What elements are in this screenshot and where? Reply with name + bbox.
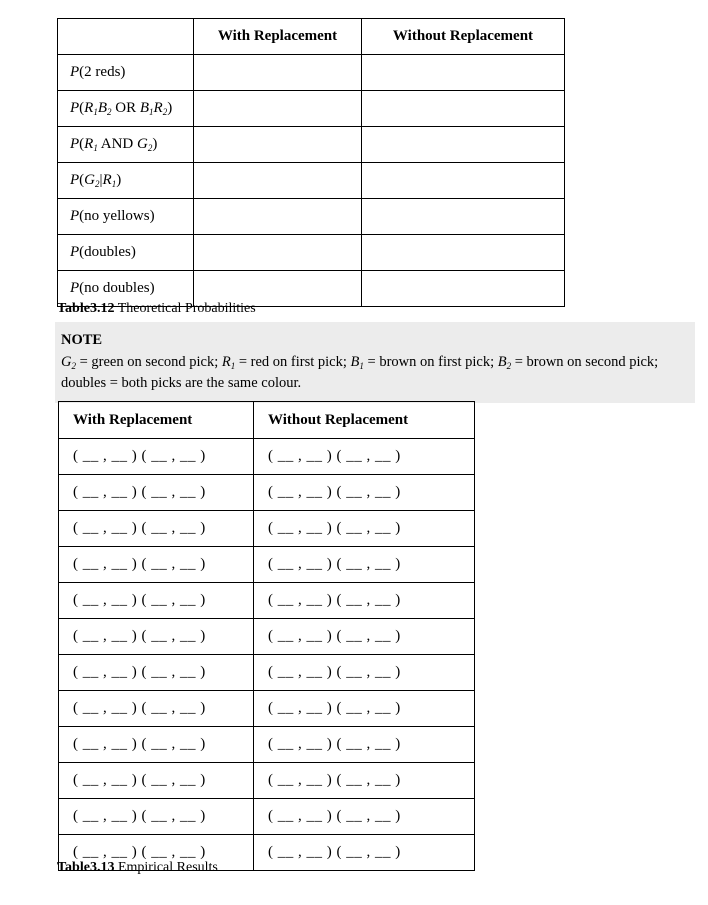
header-cell-with-replacement: With Replacement	[58, 401, 254, 439]
table-header-row: With Replacement Without Replacement	[58, 401, 475, 439]
cell-without-replacement[interactable]	[361, 270, 565, 307]
cell-without-replacement[interactable]: ( __ , __ ) ( __ , __ )	[253, 438, 475, 475]
table-row: ( __ , __ ) ( __ , __ ) ( __ , __ ) ( __…	[58, 546, 475, 583]
cell-with-replacement[interactable]: ( __ , __ ) ( __ , __ )	[58, 582, 254, 619]
table-row: P(G2|R1)	[57, 162, 565, 199]
cell-with-replacement[interactable]: ( __ , __ ) ( __ , __ )	[58, 510, 254, 547]
table-row: ( __ , __ ) ( __ , __ ) ( __ , __ ) ( __…	[58, 726, 475, 763]
caption-number: Table3.12	[57, 301, 115, 316]
caption-table-3-13: Table3.13 Empirical Results	[57, 860, 218, 876]
cell-with-replacement[interactable]: ( __ , __ ) ( __ , __ )	[58, 546, 254, 583]
cell-without-replacement[interactable]: ( __ , __ ) ( __ , __ )	[253, 582, 475, 619]
cell-without-replacement[interactable]: ( __ , __ ) ( __ , __ )	[253, 510, 475, 547]
caption-table-3-12: Table3.12 Theoretical Probabilities	[57, 301, 256, 317]
row-label-p-g2-given-r1: P(G2|R1)	[57, 162, 194, 199]
cell-without-replacement[interactable]: ( __ , __ ) ( __ , __ )	[253, 690, 475, 727]
row-label-p-no-yellows: P(no yellows)	[57, 198, 194, 235]
table-row: P(no yellows)	[57, 198, 565, 235]
header-cell-blank	[57, 18, 194, 55]
table-row: ( __ , __ ) ( __ , __ ) ( __ , __ ) ( __…	[58, 654, 475, 691]
caption-number: Table3.13	[57, 860, 115, 875]
table-row: ( __ , __ ) ( __ , __ ) ( __ , __ ) ( __…	[58, 762, 475, 799]
table-row: ( __ , __ ) ( __ , __ ) ( __ , __ ) ( __…	[58, 618, 475, 655]
note-box: NOTE G2 = green on second pick; R1 = red…	[55, 322, 695, 404]
table-row: P(2 reds)	[57, 54, 565, 91]
table-row: P(R1 AND G2)	[57, 126, 565, 163]
cell-with-replacement[interactable]: ( __ , __ ) ( __ , __ )	[58, 654, 254, 691]
table-row: ( __ , __ ) ( __ , __ ) ( __ , __ ) ( __…	[58, 798, 475, 835]
header-cell-without-replacement: Without Replacement	[361, 18, 565, 55]
cell-with-replacement[interactable]	[193, 198, 362, 235]
caption-text: Empirical Results	[114, 860, 218, 875]
cell-with-replacement[interactable]: ( __ , __ ) ( __ , __ )	[58, 438, 254, 475]
cell-with-replacement[interactable]: ( __ , __ ) ( __ , __ )	[58, 618, 254, 655]
cell-with-replacement[interactable]: ( __ , __ ) ( __ , __ )	[58, 798, 254, 835]
cell-without-replacement[interactable]: ( __ , __ ) ( __ , __ )	[253, 726, 475, 763]
cell-with-replacement[interactable]	[193, 126, 362, 163]
cell-without-replacement[interactable]	[361, 162, 565, 199]
cell-without-replacement[interactable]: ( __ , __ ) ( __ , __ )	[253, 798, 475, 835]
cell-with-replacement[interactable]	[193, 234, 362, 271]
table-row: ( __ , __ ) ( __ , __ ) ( __ , __ ) ( __…	[58, 582, 475, 619]
table-row: ( __ , __ ) ( __ , __ ) ( __ , __ ) ( __…	[58, 474, 475, 511]
cell-without-replacement[interactable]: ( __ , __ ) ( __ , __ )	[253, 618, 475, 655]
theoretical-probabilities-table: With Replacement Without Replacement P(2…	[57, 18, 565, 307]
header-cell-without-replacement: Without Replacement	[253, 401, 475, 439]
header-cell-with-replacement: With Replacement	[193, 18, 362, 55]
cell-with-replacement[interactable]: ( __ , __ ) ( __ , __ )	[58, 474, 254, 511]
cell-with-replacement[interactable]	[193, 54, 362, 91]
cell-with-replacement[interactable]	[193, 90, 362, 127]
cell-with-replacement[interactable]	[193, 162, 362, 199]
row-label-p-doubles: P(doubles)	[57, 234, 194, 271]
cell-without-replacement[interactable]	[361, 234, 565, 271]
row-label-p-r1b2-or-b1r2: P(R1B2 OR B1R2)	[57, 90, 194, 127]
cell-without-replacement[interactable]: ( __ , __ ) ( __ , __ )	[253, 654, 475, 691]
empirical-results-table: With Replacement Without Replacement ( _…	[58, 401, 475, 871]
cell-without-replacement[interactable]: ( __ , __ ) ( __ , __ )	[253, 474, 475, 511]
cell-without-replacement[interactable]	[361, 198, 565, 235]
row-label-p-2-reds: P(2 reds)	[57, 54, 194, 91]
cell-without-replacement[interactable]: ( __ , __ ) ( __ , __ )	[253, 762, 475, 799]
cell-without-replacement[interactable]	[361, 90, 565, 127]
note-title: NOTE	[61, 332, 103, 348]
table-row: P(doubles)	[57, 234, 565, 271]
cell-without-replacement[interactable]: ( __ , __ ) ( __ , __ )	[253, 546, 475, 583]
cell-without-replacement[interactable]	[361, 126, 565, 163]
caption-text: Theoretical Probabilities	[114, 301, 256, 316]
cell-without-replacement[interactable]: ( __ , __ ) ( __ , __ )	[253, 834, 475, 871]
table-row: ( __ , __ ) ( __ , __ ) ( __ , __ ) ( __…	[58, 510, 475, 547]
row-label-p-r1-and-g2: P(R1 AND G2)	[57, 126, 194, 163]
cell-with-replacement[interactable]: ( __ , __ ) ( __ , __ )	[58, 762, 254, 799]
cell-without-replacement[interactable]	[361, 54, 565, 91]
table-header-row: With Replacement Without Replacement	[57, 18, 565, 55]
table-row: ( __ , __ ) ( __ , __ ) ( __ , __ ) ( __…	[58, 438, 475, 475]
note-body: G2 = green on second pick; R1 = red on f…	[61, 354, 659, 392]
cell-with-replacement[interactable]: ( __ , __ ) ( __ , __ )	[58, 726, 254, 763]
cell-with-replacement[interactable]: ( __ , __ ) ( __ , __ )	[58, 690, 254, 727]
table-row: ( __ , __ ) ( __ , __ ) ( __ , __ ) ( __…	[58, 690, 475, 727]
table-row: P(R1B2 OR B1R2)	[57, 90, 565, 127]
